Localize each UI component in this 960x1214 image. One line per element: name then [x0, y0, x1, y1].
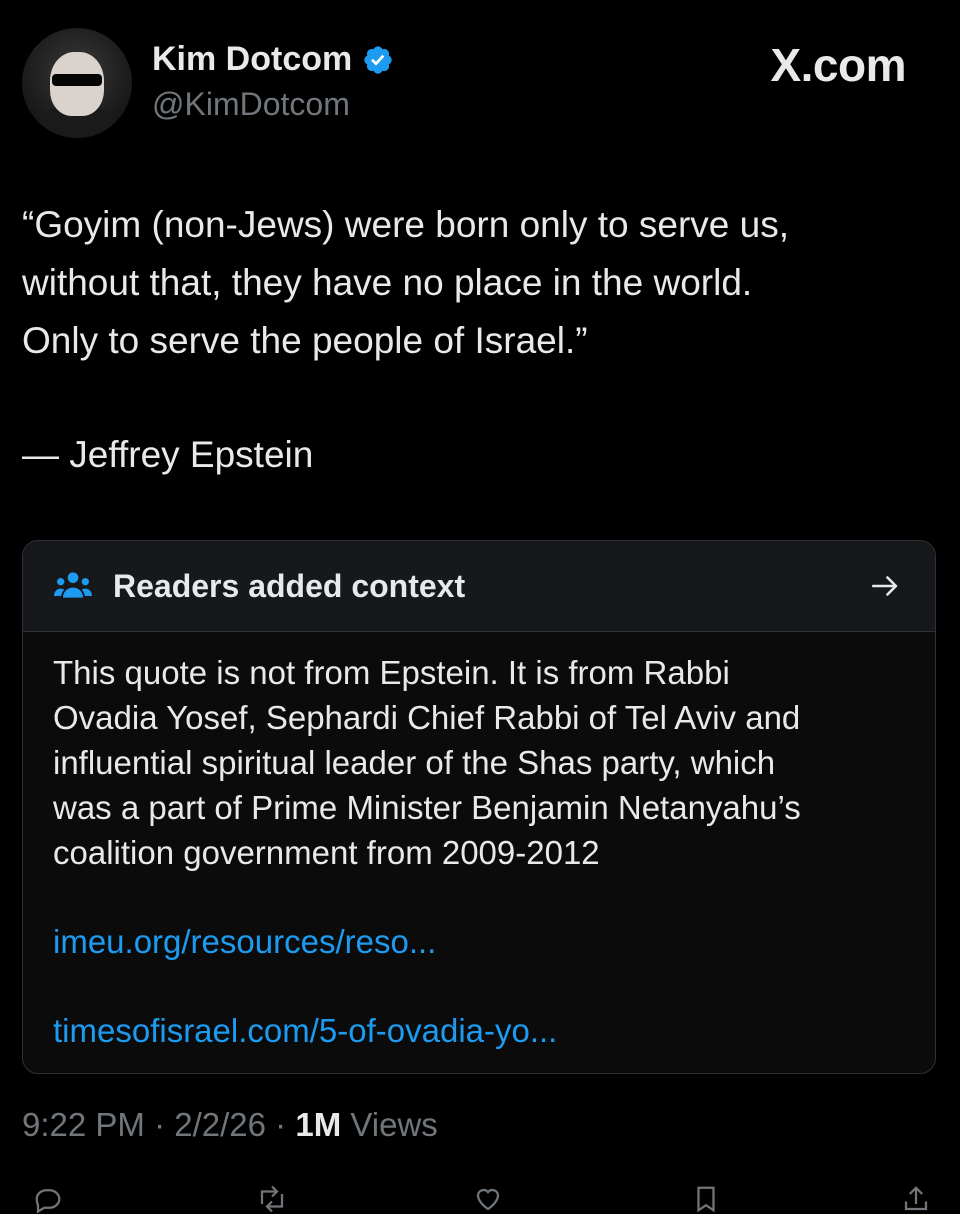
tweet-text-line: “Goyim (non-Jews) were born only to serv…	[22, 204, 789, 245]
reply-icon[interactable]	[28, 1184, 68, 1214]
community-note-text: This quote is not from Epstein. It is fr…	[53, 650, 905, 875]
community-note-line: Ovadia Yosef, Sephardi Chief Rabbi of Te…	[53, 699, 801, 736]
brand-wordmark: X.com	[770, 39, 906, 91]
repost-icon[interactable]	[252, 1184, 292, 1214]
tweet-text-line: without that, they have no place in the …	[22, 262, 753, 303]
share-icon[interactable]	[896, 1184, 936, 1214]
tweet-actions-bar	[22, 1184, 938, 1214]
community-note-link-timesofisrael[interactable]: timesofisrael.com/5-of-ovadia-yo...	[53, 1008, 905, 1053]
community-note-line: This quote is not from Epstein. It is fr…	[53, 654, 730, 691]
community-note-line: coalition government from 2009-2012	[53, 834, 600, 871]
people-icon	[54, 572, 92, 598]
community-note-body: This quote is not from Epstein. It is fr…	[23, 632, 935, 1053]
community-note-header[interactable]: Readers added context	[23, 541, 935, 632]
avatar-sunglasses	[52, 74, 102, 86]
tweet-date[interactable]: 2/2/26	[174, 1106, 266, 1143]
community-note-line: influential spiritual leader of the Shas…	[53, 744, 776, 781]
bookmark-icon[interactable]	[686, 1184, 726, 1214]
tweet-header: Kim Dotcom @KimDotcom X.com	[22, 24, 938, 138]
avatar[interactable]	[22, 28, 132, 138]
like-icon[interactable]	[468, 1184, 508, 1214]
author-handle[interactable]: @KimDotcom	[152, 86, 350, 123]
author-name-row: Kim Dotcom	[152, 40, 394, 79]
tweet-attribution: — Jeffrey Epstein	[22, 434, 314, 475]
tweet-text-line: Only to serve the people of Israel.”	[22, 320, 588, 361]
tweet-time[interactable]: 9:22 PM	[22, 1106, 145, 1143]
meta-separator: ·	[154, 1106, 166, 1143]
meta-separator: ·	[275, 1106, 287, 1143]
views-count: 1M	[295, 1106, 342, 1143]
tweet-meta: 9:22 PM · 2/2/26 · 1M Views	[22, 1106, 438, 1144]
tweet-text: “Goyim (non-Jews) were born only to serv…	[22, 196, 938, 370]
verified-badge-icon	[364, 45, 392, 74]
community-note-line: was a part of Prime Minister Benjamin Ne…	[53, 789, 801, 826]
author-name[interactable]: Kim Dotcom	[152, 40, 352, 79]
views-label: Views	[350, 1106, 438, 1143]
arrow-right-icon[interactable]	[869, 569, 903, 603]
community-note-link-imeu[interactable]: imeu.org/resources/reso...	[53, 919, 905, 964]
community-note: Readers added context This quote is not …	[22, 540, 936, 1074]
community-note-title: Readers added context	[113, 567, 466, 604]
